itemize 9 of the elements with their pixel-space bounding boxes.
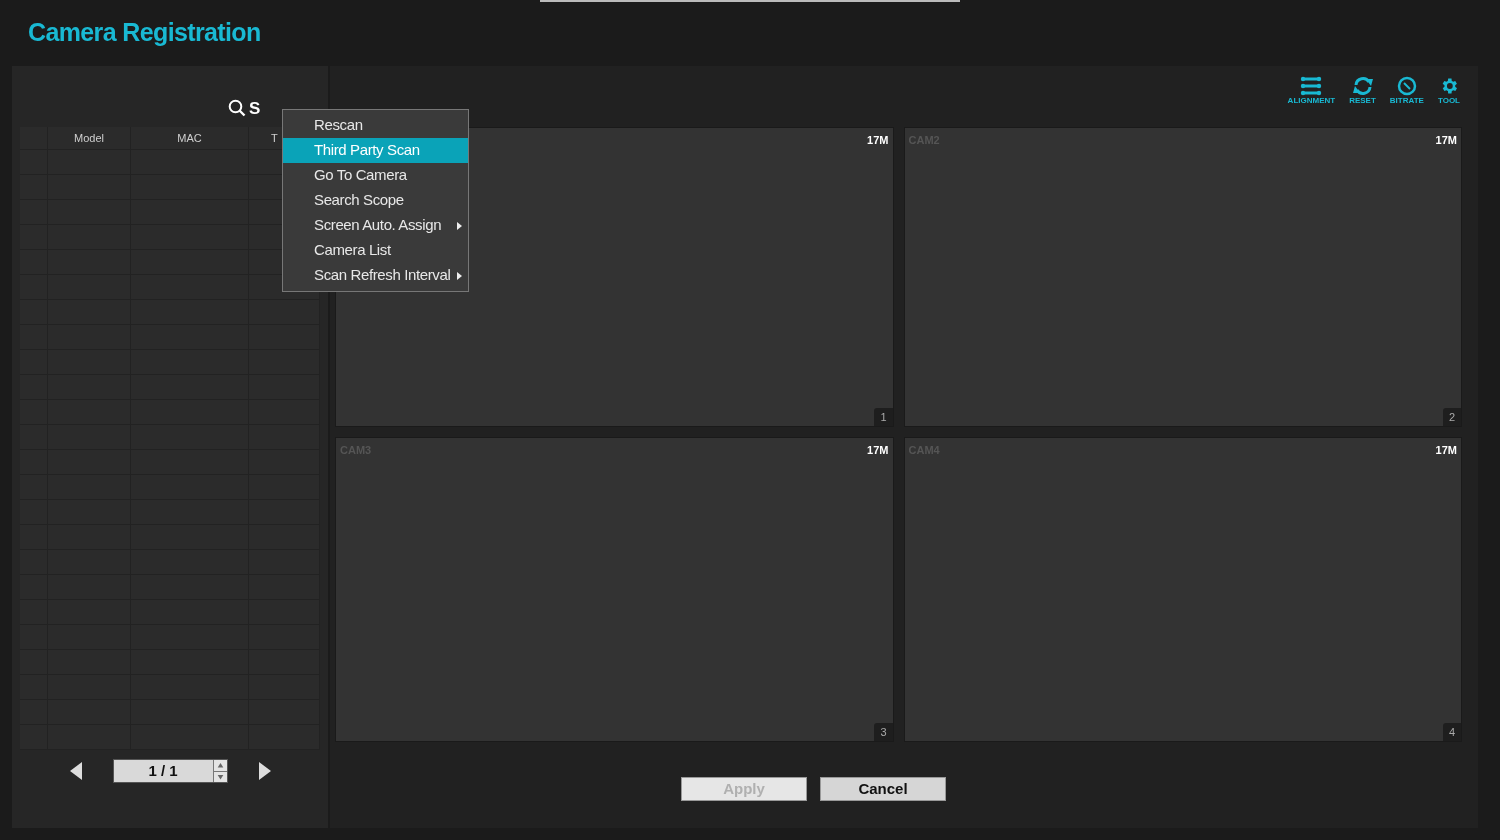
channel-number: 4 [1442,722,1461,741]
resolution-label: 17M [867,443,889,458]
resolution-label: 17M [867,133,889,148]
channel-number: 3 [874,722,893,741]
resolution-label: 17M [1435,133,1457,148]
window-title: Camera Registration [28,17,261,49]
channel-number: 1 [874,407,893,426]
resolution-label: 17M [1435,443,1457,458]
channel-number: 2 [1442,407,1461,426]
